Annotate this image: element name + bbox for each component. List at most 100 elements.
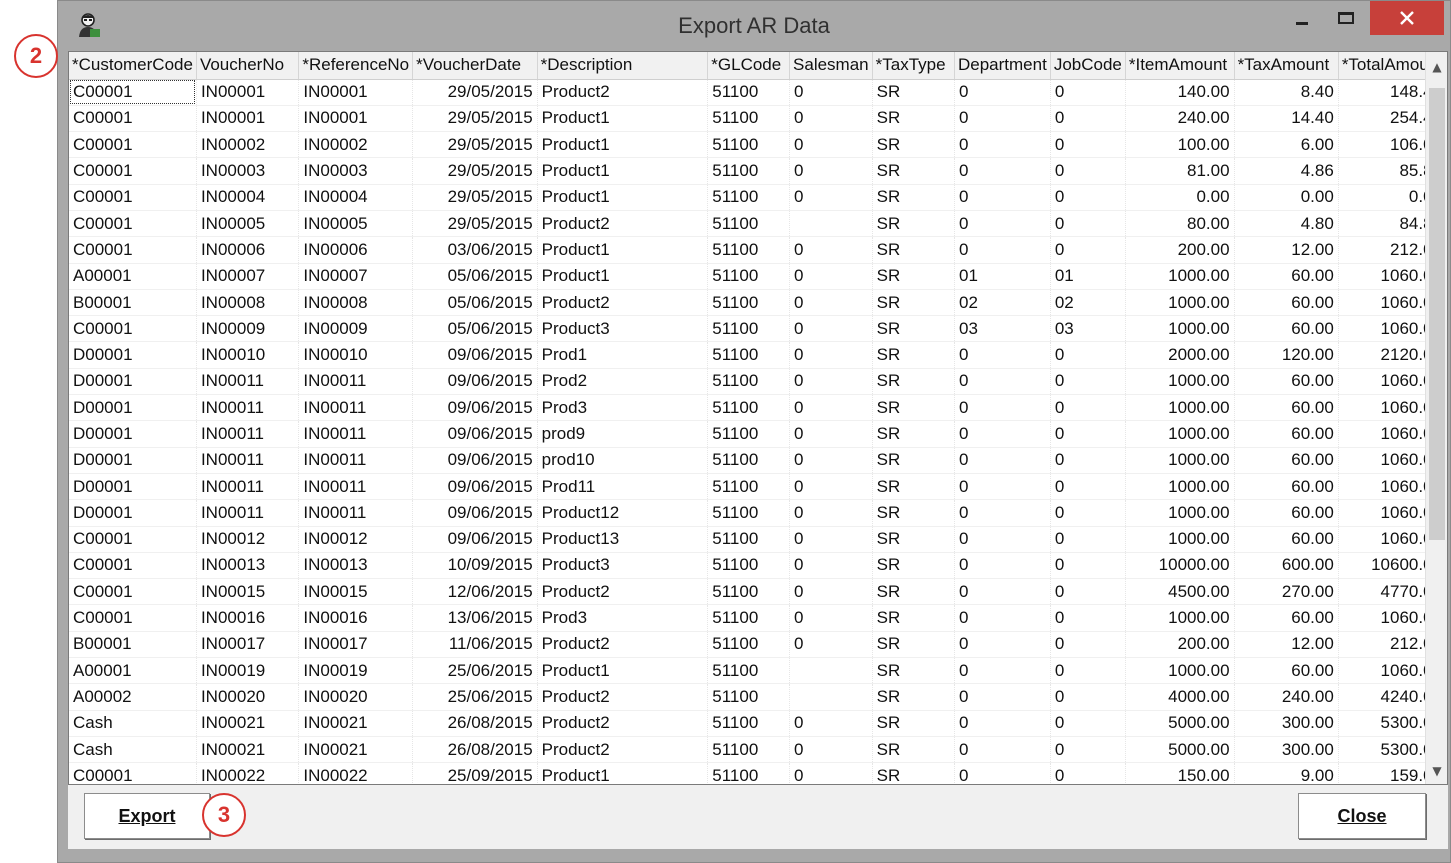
table-cell[interactable]: SR [872, 499, 955, 527]
table-row[interactable]: A00001 IN00007 IN00007 05/06/2015 Product1 51… [69, 263, 1447, 290]
table-cell[interactable]: 51100 [707, 79, 791, 106]
table-cell[interactable]: 51100 [707, 710, 791, 737]
table-cell[interactable]: SR [872, 736, 955, 764]
table-cell[interactable]: IN00021 [298, 736, 414, 764]
table-cell[interactable]: IN00020 [298, 683, 414, 711]
table-cell[interactable]: C00001 [69, 578, 197, 606]
table-cell[interactable]: SR [872, 315, 955, 343]
table-cell[interactable]: 0 [789, 79, 873, 106]
table-cell[interactable]: 200.00 [1125, 236, 1235, 264]
table-cell[interactable]: 0 [1050, 657, 1126, 685]
table-cell[interactable]: 0 [954, 368, 1051, 396]
table-cell[interactable]: C00001 [69, 552, 197, 580]
table-cell[interactable]: IN00011 [298, 420, 414, 448]
column-header[interactable]: *TaxAmount [1234, 52, 1339, 80]
table-cell[interactable]: 60.00 [1234, 394, 1339, 422]
table-cell[interactable]: Product1 [537, 657, 709, 685]
table-cell[interactable]: SR [872, 710, 955, 737]
table-cell[interactable]: 4.86 [1234, 157, 1339, 185]
table-cell[interactable]: 09/06/2015 [412, 394, 538, 422]
table-cell[interactable]: 1000.00 [1125, 394, 1235, 422]
table-cell[interactable]: 14.40 [1234, 105, 1339, 133]
table-cell[interactable]: 0 [954, 210, 1051, 238]
table-cell[interactable]: Product1 [537, 762, 709, 784]
table-cell[interactable]: 51100 [707, 447, 791, 474]
table-row[interactable]: D00001 IN00011 IN00011 09/06/2015 prod9 51100… [69, 420, 1447, 448]
table-cell[interactable]: Product1 [537, 184, 709, 211]
table-cell[interactable]: IN00008 [298, 289, 414, 317]
table-cell[interactable]: 6.00 [1234, 131, 1339, 159]
table-cell[interactable]: Prod1 [537, 341, 709, 369]
table-cell[interactable]: D00001 [69, 420, 197, 448]
table-cell[interactable]: Product1 [537, 236, 709, 264]
table-cell[interactable]: 10/09/2015 [412, 552, 538, 580]
table-cell[interactable]: 0 [789, 368, 873, 396]
table-cell[interactable]: Prod3 [537, 604, 709, 632]
table-cell[interactable]: IN00016 [196, 604, 300, 632]
table-cell[interactable]: C00001 [69, 236, 197, 264]
table-cell[interactable]: Product1 [537, 105, 709, 133]
table-cell[interactable]: IN00008 [196, 289, 300, 317]
table-cell[interactable]: C00001 [69, 526, 197, 553]
table-cell[interactable]: IN00011 [196, 368, 300, 396]
table-cell[interactable]: 81.00 [1125, 157, 1235, 185]
table-row[interactable]: C00001 IN00003 IN00003 29/05/2015 Product1 51… [69, 157, 1447, 185]
table-cell[interactable]: IN00011 [196, 499, 300, 527]
table-row[interactable]: D00001 IN00011 IN00011 09/06/2015 Product12 5… [69, 499, 1447, 527]
table-cell[interactable]: 09/06/2015 [412, 499, 538, 527]
table-cell[interactable]: 0 [1050, 631, 1126, 659]
maximize-button[interactable] [1326, 1, 1366, 35]
table-cell[interactable]: IN00002 [196, 131, 300, 159]
table-cell[interactable]: SR [872, 631, 955, 659]
table-row[interactable]: C00001 IN00005 IN00005 29/05/2015 Product2 51… [69, 210, 1447, 238]
table-cell[interactable]: 09/06/2015 [412, 341, 538, 369]
table-cell[interactable]: 0 [954, 736, 1051, 764]
table-cell[interactable]: IN00006 [298, 236, 414, 264]
table-cell[interactable]: 1000.00 [1125, 526, 1235, 553]
table-cell[interactable]: 0 [1050, 473, 1126, 501]
table-cell[interactable]: 0 [789, 394, 873, 422]
table-cell[interactable]: Cash [69, 736, 197, 764]
table-cell[interactable]: 0 [1050, 236, 1126, 264]
table-cell[interactable]: IN00013 [196, 552, 300, 580]
table-cell[interactable]: IN00002 [298, 131, 414, 159]
table-cell[interactable]: IN00004 [196, 184, 300, 211]
table-cell[interactable]: 0 [1050, 131, 1126, 159]
table-row[interactable]: A00002 IN00020 IN00020 25/06/2015 Product2 51… [69, 683, 1447, 711]
table-cell[interactable]: 0 [789, 762, 873, 784]
table-row[interactable]: C00001 IN00012 IN00012 09/06/2015 Product13 5… [69, 526, 1447, 553]
minimize-button[interactable] [1282, 1, 1322, 35]
table-cell[interactable]: 51100 [707, 578, 791, 606]
table-cell[interactable]: 02 [1050, 289, 1126, 317]
table-row[interactable]: C00001 IN00022 IN00022 25/09/2015 Product1 51… [69, 762, 1447, 784]
table-cell[interactable]: 09/06/2015 [412, 368, 538, 396]
table-cell[interactable]: 0 [954, 420, 1051, 448]
table-row[interactable]: A00001 IN00019 IN00019 25/06/2015 Product1 51… [69, 657, 1447, 685]
table-row[interactable]: D00001 IN00011 IN00011 09/06/2015 Prod11 5110… [69, 473, 1447, 501]
table-cell[interactable]: IN00017 [196, 631, 300, 659]
table-cell[interactable]: IN00009 [298, 315, 414, 343]
table-cell[interactable]: 1000.00 [1125, 368, 1235, 396]
table-cell[interactable]: D00001 [69, 368, 197, 396]
table-cell[interactable]: 0 [789, 315, 873, 343]
table-cell[interactable]: 0 [1050, 105, 1126, 133]
table-cell[interactable]: 51100 [707, 657, 791, 685]
table-cell[interactable]: 60.00 [1234, 657, 1339, 685]
table-cell[interactable]: 200.00 [1125, 631, 1235, 659]
table-cell[interactable]: IN00005 [298, 210, 414, 238]
table-cell[interactable]: 51100 [707, 184, 791, 211]
table-cell[interactable]: IN00019 [298, 657, 414, 685]
table-row[interactable]: C00001 IN00009 IN00009 05/06/2015 Product3 51… [69, 315, 1447, 343]
table-cell[interactable]: Product1 [537, 263, 709, 290]
table-cell[interactable]: B00001 [69, 631, 197, 659]
table-cell[interactable]: 0 [1050, 710, 1126, 737]
table-cell[interactable]: C00001 [69, 131, 197, 159]
export-button[interactable]: Export [84, 793, 210, 839]
table-cell[interactable]: IN00021 [196, 736, 300, 764]
table-cell[interactable]: 13/06/2015 [412, 604, 538, 632]
table-cell[interactable]: Prod11 [537, 473, 709, 501]
table-cell[interactable]: 51100 [707, 736, 791, 764]
table-cell[interactable]: 0 [954, 394, 1051, 422]
table-cell[interactable]: 1000.00 [1125, 473, 1235, 501]
table-cell[interactable]: 0 [789, 526, 873, 553]
